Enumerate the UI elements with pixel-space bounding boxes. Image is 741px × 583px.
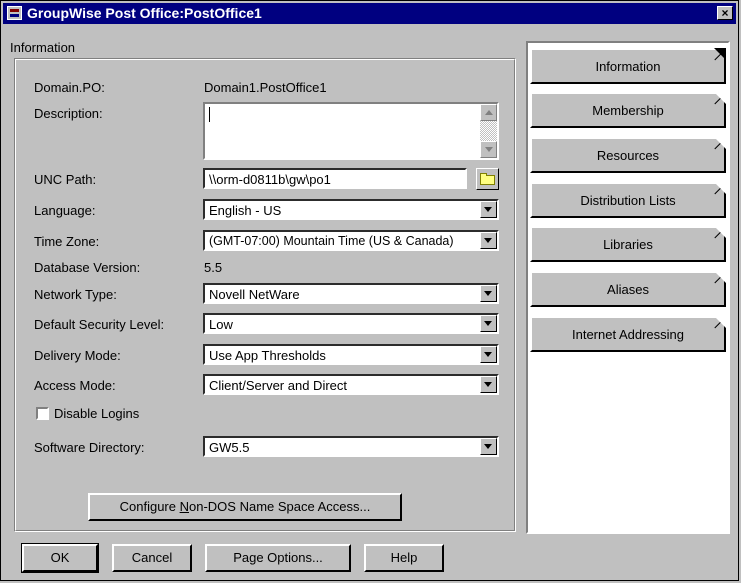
software-directory-select[interactable]: GW5.5 bbox=[203, 436, 499, 457]
page-options-button[interactable]: Page Options... bbox=[205, 544, 351, 572]
network-type-value: Novell NetWare bbox=[209, 287, 300, 302]
app-icon bbox=[7, 6, 22, 20]
security-level-label: Default Security Level: bbox=[34, 317, 165, 332]
chevron-down-icon[interactable] bbox=[480, 315, 497, 332]
network-type-label: Network Type: bbox=[34, 287, 117, 302]
ok-button[interactable]: OK bbox=[21, 543, 99, 573]
chevron-down-icon[interactable] bbox=[480, 201, 497, 218]
configure-mnemonic: N bbox=[179, 499, 189, 514]
language-label: Language: bbox=[34, 203, 96, 218]
disable-logins-label[interactable]: Disable Logins bbox=[54, 406, 139, 421]
access-mode-label: Access Mode: bbox=[34, 378, 116, 393]
network-type-select[interactable]: Novell NetWare bbox=[203, 283, 499, 304]
text-caret bbox=[209, 107, 210, 122]
software-directory-value: GW5.5 bbox=[209, 440, 250, 455]
chevron-down-icon[interactable] bbox=[480, 438, 497, 455]
description-label: Description: bbox=[34, 106, 103, 121]
tab-internet-addressing[interactable]: Internet Addressing bbox=[530, 316, 726, 352]
delivery-mode-label: Delivery Mode: bbox=[34, 348, 121, 363]
window-title: GroupWise Post Office:PostOffice1 bbox=[27, 5, 262, 21]
database-version-label: Database Version: bbox=[34, 260, 141, 275]
time-zone-label: Time Zone: bbox=[34, 234, 100, 249]
panel-title: Information bbox=[10, 40, 76, 55]
description-scrollbar[interactable] bbox=[480, 104, 497, 158]
chevron-down-icon[interactable] bbox=[480, 232, 497, 249]
software-directory-label: Software Directory: bbox=[34, 440, 145, 455]
delivery-mode-value: Use App Thresholds bbox=[209, 348, 326, 363]
database-version-value: 5.5 bbox=[204, 260, 223, 275]
security-level-value: Low bbox=[209, 317, 233, 332]
chevron-down-icon[interactable] bbox=[480, 285, 497, 302]
time-zone-value: (GMT-07:00) Mountain Time (US & Canada) bbox=[209, 234, 454, 248]
chevron-down-icon[interactable] bbox=[480, 376, 497, 393]
tab-membership[interactable]: Membership bbox=[530, 92, 726, 128]
configure-suffix: on-DOS Name Space Access... bbox=[189, 499, 371, 514]
scroll-down-arrow-icon[interactable] bbox=[480, 141, 497, 158]
tab-resources[interactable]: Resources bbox=[530, 137, 726, 173]
unc-path-input[interactable]: \\orm-d0811b\gw\po1 bbox=[203, 168, 467, 189]
tab-libraries[interactable]: Libraries bbox=[530, 226, 726, 262]
configure-prefix: Configure bbox=[119, 499, 180, 514]
browse-folder-icon[interactable] bbox=[476, 168, 499, 190]
disable-logins-checkbox[interactable] bbox=[36, 407, 49, 420]
configure-name-space-button[interactable]: Configure Non-DOS Name Space Access... bbox=[88, 493, 402, 521]
title-bar[interactable]: GroupWise Post Office:PostOffice1 × bbox=[3, 3, 736, 24]
chevron-down-icon[interactable] bbox=[480, 346, 497, 363]
close-button[interactable]: × bbox=[717, 6, 733, 20]
access-mode-value: Client/Server and Direct bbox=[209, 378, 347, 393]
description-textarea[interactable] bbox=[203, 102, 499, 160]
help-button[interactable]: Help bbox=[364, 544, 444, 572]
cancel-button[interactable]: Cancel bbox=[112, 544, 192, 572]
tab-aliases[interactable]: Aliases bbox=[530, 271, 726, 307]
domain-po-value: Domain1.PostOffice1 bbox=[204, 80, 327, 95]
scroll-up-arrow-icon[interactable] bbox=[480, 104, 497, 121]
domain-po-label: Domain.PO: bbox=[34, 80, 105, 95]
language-value: English - US bbox=[209, 203, 282, 218]
unc-path-label: UNC Path: bbox=[34, 172, 97, 187]
tab-distribution-lists[interactable]: Distribution Lists bbox=[530, 182, 726, 218]
access-mode-select[interactable]: Client/Server and Direct bbox=[203, 374, 499, 395]
language-select[interactable]: English - US bbox=[203, 199, 499, 220]
tab-information[interactable]: Information bbox=[530, 48, 726, 84]
delivery-mode-select[interactable]: Use App Thresholds bbox=[203, 344, 499, 365]
security-level-select[interactable]: Low bbox=[203, 313, 499, 334]
time-zone-select[interactable]: (GMT-07:00) Mountain Time (US & Canada) bbox=[203, 230, 499, 251]
unc-path-value: \\orm-d0811b\gw\po1 bbox=[209, 172, 331, 187]
